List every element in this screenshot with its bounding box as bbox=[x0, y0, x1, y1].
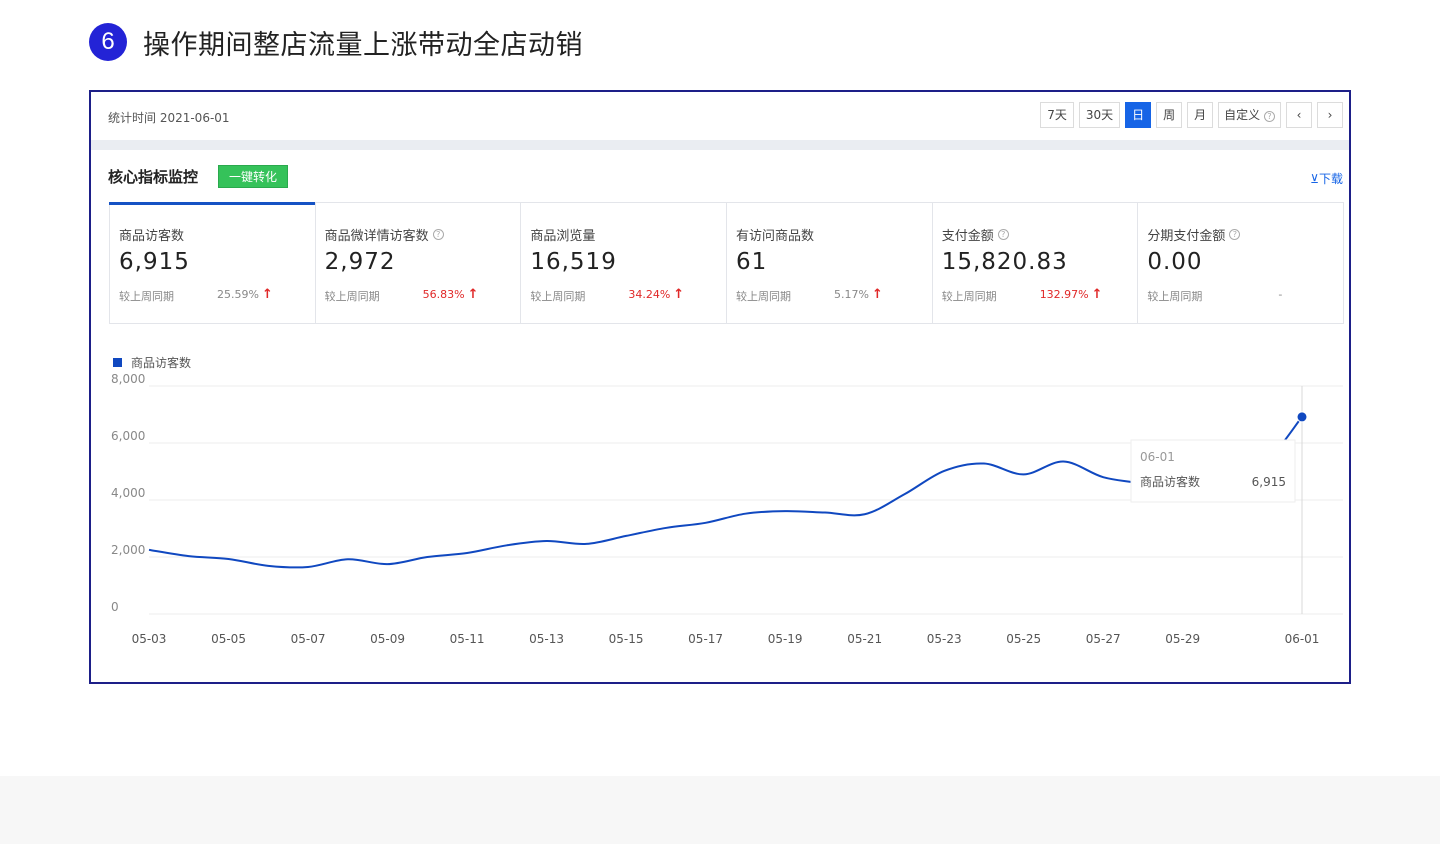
metric-compare: 较上周同期 25.59% ↑ bbox=[119, 287, 273, 303]
metric-label: 有访问商品数 bbox=[736, 229, 815, 244]
help-icon: ? bbox=[997, 229, 1009, 240]
x-tick-label: 05-05 bbox=[211, 632, 246, 646]
metric-change: 5.17% ↑ bbox=[834, 287, 883, 302]
metric-change: 132.97% ↑ bbox=[1039, 287, 1103, 302]
metric-label: 商品访客数 bbox=[119, 229, 185, 244]
range-custom-label: 自定义 bbox=[1224, 108, 1261, 122]
x-tick-label: 05-27 bbox=[1086, 632, 1121, 646]
range-week-button[interactable]: 周 bbox=[1156, 102, 1183, 128]
range-30-days-button[interactable]: 30天 bbox=[1078, 102, 1121, 128]
x-tick-label: 05-11 bbox=[450, 632, 485, 646]
metric-label: 分期支付金额? bbox=[1147, 225, 1343, 244]
metric-value: 0.00 bbox=[1147, 249, 1203, 275]
metric-label: 商品浏览量 bbox=[530, 229, 596, 244]
legend-swatch bbox=[113, 358, 122, 367]
arrow-up-icon: ↑ bbox=[261, 287, 273, 302]
range-custom-button[interactable]: 自定义 ? bbox=[1218, 102, 1281, 128]
metric-card-visited-products[interactable]: 有访问商品数 61 较上周同期 5.17% ↑ bbox=[727, 203, 933, 323]
metric-value: 61 bbox=[736, 249, 768, 275]
x-tick-label: 05-03 bbox=[132, 632, 167, 646]
metric-change: - bbox=[1278, 288, 1283, 301]
metric-card-pageviews[interactable]: 商品浏览量 16,519 较上周同期 34.24% ↑ bbox=[521, 203, 728, 323]
metric-card-installment-amount[interactable]: 分期支付金额? 0.00 较上周同期 - bbox=[1138, 203, 1343, 323]
metric-label: 支付金额? bbox=[942, 225, 1138, 244]
arrow-up-icon: ↑ bbox=[467, 287, 479, 302]
download-link[interactable]: ⊻下载 bbox=[1310, 170, 1343, 187]
data-point bbox=[1296, 411, 1308, 423]
x-tick-label: 05-17 bbox=[688, 632, 723, 646]
date-range-selector: 7天 30天 日 周 月 自定义 ? ‹ › bbox=[1040, 102, 1343, 128]
metric-compare: 较上周同期 - bbox=[1147, 288, 1283, 303]
one-click-convert-button[interactable]: 一键转化 bbox=[218, 165, 289, 188]
date-toolbar: 统计时间 2021-06-01 7天 30天 日 周 月 自定义 ? ‹ › bbox=[91, 92, 1349, 140]
y-tick-label: 8,000 bbox=[111, 372, 145, 386]
y-tick-label: 0 bbox=[111, 600, 119, 614]
visitors-line-chart: 商品访客数 0 2,000 4,000 6,000 8,000 05-03 05-05 05-0… bbox=[111, 355, 1343, 646]
metric-cards: 商品访客数 6,915 较上周同期 25.59% ↑ 商品微详情访客数? 2,97… bbox=[109, 202, 1344, 324]
section-title: 核心指标监控 bbox=[108, 168, 199, 186]
metric-card-visitors[interactable]: 商品访客数 6,915 较上周同期 25.59% ↑ bbox=[109, 202, 316, 323]
metric-compare: 较上周同期 34.24% ↑ bbox=[530, 287, 685, 303]
y-tick-label: 4,000 bbox=[111, 486, 145, 500]
metric-compare: 较上周同期 132.97% ↑ bbox=[941, 287, 1103, 303]
arrow-up-icon: ↑ bbox=[871, 287, 883, 302]
x-tick-label: 05-15 bbox=[609, 632, 644, 646]
x-tick-label: 06-01 bbox=[1285, 632, 1320, 646]
help-icon: ? bbox=[432, 229, 444, 240]
stat-time-label: 统计时间 2021-06-01 bbox=[108, 111, 230, 125]
y-tick-label: 2,000 bbox=[111, 543, 145, 557]
metric-change: 25.59% ↑ bbox=[217, 287, 273, 302]
tooltip-label: 商品访客数 bbox=[1140, 474, 1200, 489]
section-separator bbox=[91, 140, 1349, 150]
chevron-left-icon: ‹ bbox=[1296, 108, 1302, 122]
y-tick-label: 6,000 bbox=[111, 429, 145, 443]
x-tick-label: 05-19 bbox=[768, 632, 803, 646]
next-date-button[interactable]: › bbox=[1317, 102, 1343, 128]
range-day-button[interactable]: 日 bbox=[1125, 102, 1152, 128]
arrow-up-icon: ↑ bbox=[673, 287, 685, 302]
page-heading: 6 操作期间整店流量上涨带动全店动销 bbox=[89, 22, 583, 62]
metric-value: 16,519 bbox=[530, 249, 617, 275]
metric-compare: 较上周同期 56.83% ↑ bbox=[324, 287, 479, 303]
metric-card-payment-amount[interactable]: 支付金额? 15,820.83 较上周同期 132.97% ↑ bbox=[933, 203, 1139, 323]
page-title: 操作期间整店流量上涨带动全店动销 bbox=[143, 29, 583, 61]
x-tick-label: 05-29 bbox=[1165, 632, 1200, 646]
x-tick-label: 05-13 bbox=[529, 632, 564, 646]
metric-change: 34.24% ↑ bbox=[628, 287, 685, 302]
range-7-days-button[interactable]: 7天 bbox=[1040, 102, 1074, 128]
chevron-right-icon: › bbox=[1327, 108, 1333, 122]
tooltip-date: 06-01 bbox=[1140, 450, 1175, 464]
dashboard-screenshot-frame: 统计时间 2021-06-01 7天 30天 日 周 月 自定义 ? ‹ › 核… bbox=[89, 90, 1351, 684]
metric-label: 商品微详情访客数? bbox=[325, 225, 521, 244]
help-icon: ? bbox=[1229, 229, 1241, 240]
help-icon: ? bbox=[1264, 111, 1275, 122]
x-tick-label: 05-23 bbox=[927, 632, 962, 646]
arrow-up-icon: ↑ bbox=[1091, 287, 1103, 302]
x-tick-label: 05-21 bbox=[847, 632, 882, 646]
metric-card-detail-visitors[interactable]: 商品微详情访客数? 2,972 较上周同期 56.83% ↑ bbox=[316, 203, 522, 323]
x-tick-label: 05-25 bbox=[1006, 632, 1041, 646]
metric-value: 15,820.83 bbox=[941, 249, 1068, 275]
legend-label: 商品访客数 bbox=[131, 355, 191, 370]
series-line-visitors bbox=[148, 416, 1303, 569]
page-footer-band bbox=[0, 776, 1440, 844]
step-number-badge: 6 bbox=[89, 23, 127, 61]
x-tick-label: 05-07 bbox=[291, 632, 326, 646]
tooltip-value: 6,915 bbox=[1252, 475, 1286, 489]
prev-date-button[interactable]: ‹ bbox=[1286, 102, 1312, 128]
metric-value: 2,972 bbox=[324, 249, 396, 275]
range-month-button[interactable]: 月 bbox=[1187, 102, 1214, 128]
metric-compare: 较上周同期 5.17% ↑ bbox=[736, 287, 883, 303]
metric-change: 56.83% ↑ bbox=[422, 287, 479, 302]
metric-value: 6,915 bbox=[119, 249, 190, 275]
x-tick-label: 05-09 bbox=[370, 632, 405, 646]
